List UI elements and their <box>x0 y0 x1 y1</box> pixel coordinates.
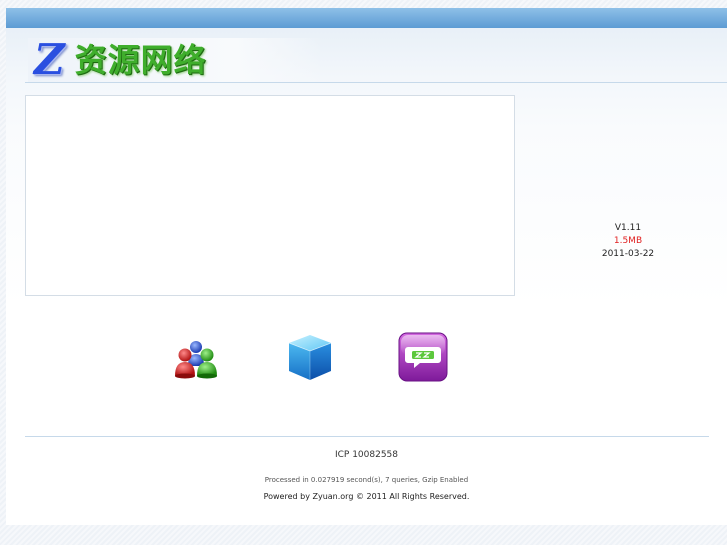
icp-number[interactable]: ICP 10082558 <box>6 450 727 460</box>
logo-letter: Z <box>34 35 65 84</box>
content-panel <box>25 95 515 296</box>
logo-text: 资源网络 <box>74 41 207 79</box>
release-date: 2011-03-22 <box>601 249 655 259</box>
users-icon[interactable] <box>169 330 223 384</box>
cube-icon[interactable] <box>283 330 337 384</box>
site-logo[interactable]: Z 资源网络 <box>28 38 323 82</box>
version-label: V1.11 <box>614 223 642 233</box>
footer-divider <box>25 436 709 437</box>
file-size: 1.5MB <box>613 236 643 246</box>
page: Z 资源网络 V1.11 1.5MB 2011-03-22 ICP 100825… <box>6 8 727 525</box>
header-divider <box>25 82 727 83</box>
chat-icon[interactable] <box>396 330 450 384</box>
top-bar <box>6 8 727 28</box>
powered-by[interactable]: Powered by Zyuan.org © 2011 All Rights R… <box>6 492 727 501</box>
version-info: V1.11 1.5MB 2011-03-22 <box>566 222 690 261</box>
processed-stats: Processed in 0.027919 second(s), 7 queri… <box>264 476 469 484</box>
icon-row <box>6 330 727 386</box>
